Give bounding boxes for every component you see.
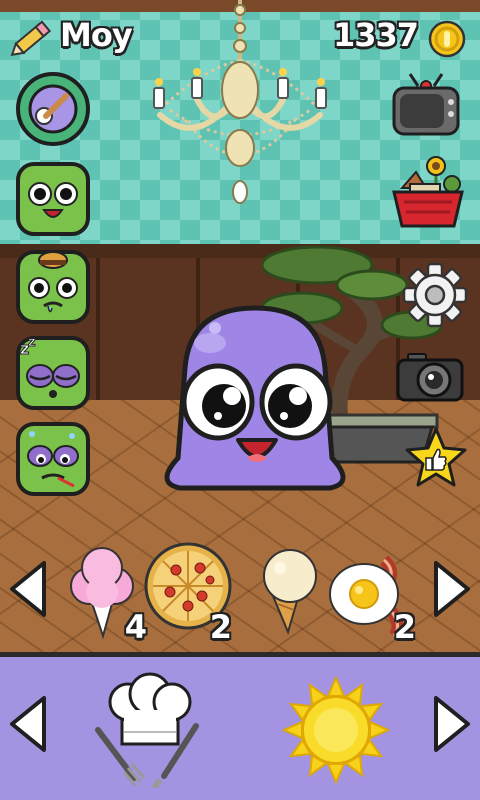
gear-icon[interactable] <box>402 262 468 328</box>
tv-icon[interactable] <box>390 72 462 142</box>
chandelier-icon <box>153 0 327 204</box>
food-cotton-candy[interactable]: 4 <box>55 540 151 646</box>
food-next-arrow-icon[interactable] <box>426 557 476 621</box>
shop-basket-icon[interactable] <box>390 152 466 238</box>
happy-face-icon[interactable] <box>14 160 92 238</box>
pet-name[interactable]: Moy <box>60 16 133 54</box>
food-count: 2 <box>393 608 416 646</box>
room-prev-arrow-icon[interactable] <box>4 692 54 756</box>
camera-icon[interactable] <box>396 346 464 406</box>
bottom-bar <box>0 652 480 800</box>
sun-icon[interactable] <box>282 676 390 784</box>
pencil-icon[interactable] <box>10 18 54 58</box>
food-pizza[interactable]: 2 <box>140 540 236 646</box>
hungry-face-icon[interactable] <box>14 248 92 326</box>
food-egg-and-bacon[interactable]: 2 <box>324 540 420 646</box>
food-count: 2 <box>209 608 232 646</box>
coin-count: 1337 <box>332 16 419 54</box>
baseball-icon[interactable] <box>14 70 92 148</box>
svg-text:z: z <box>28 335 36 350</box>
sleepy-face-icon[interactable]: z z <box>14 334 92 412</box>
food-prev-arrow-icon[interactable] <box>4 557 54 621</box>
coin-icon <box>428 20 466 58</box>
moy-pet[interactable] <box>150 298 360 503</box>
kitchen-chef-icon[interactable] <box>84 672 214 788</box>
sick-face-icon[interactable] <box>14 420 92 498</box>
thumbs-up-star-icon[interactable] <box>404 426 468 490</box>
room-next-arrow-icon[interactable] <box>426 692 476 756</box>
